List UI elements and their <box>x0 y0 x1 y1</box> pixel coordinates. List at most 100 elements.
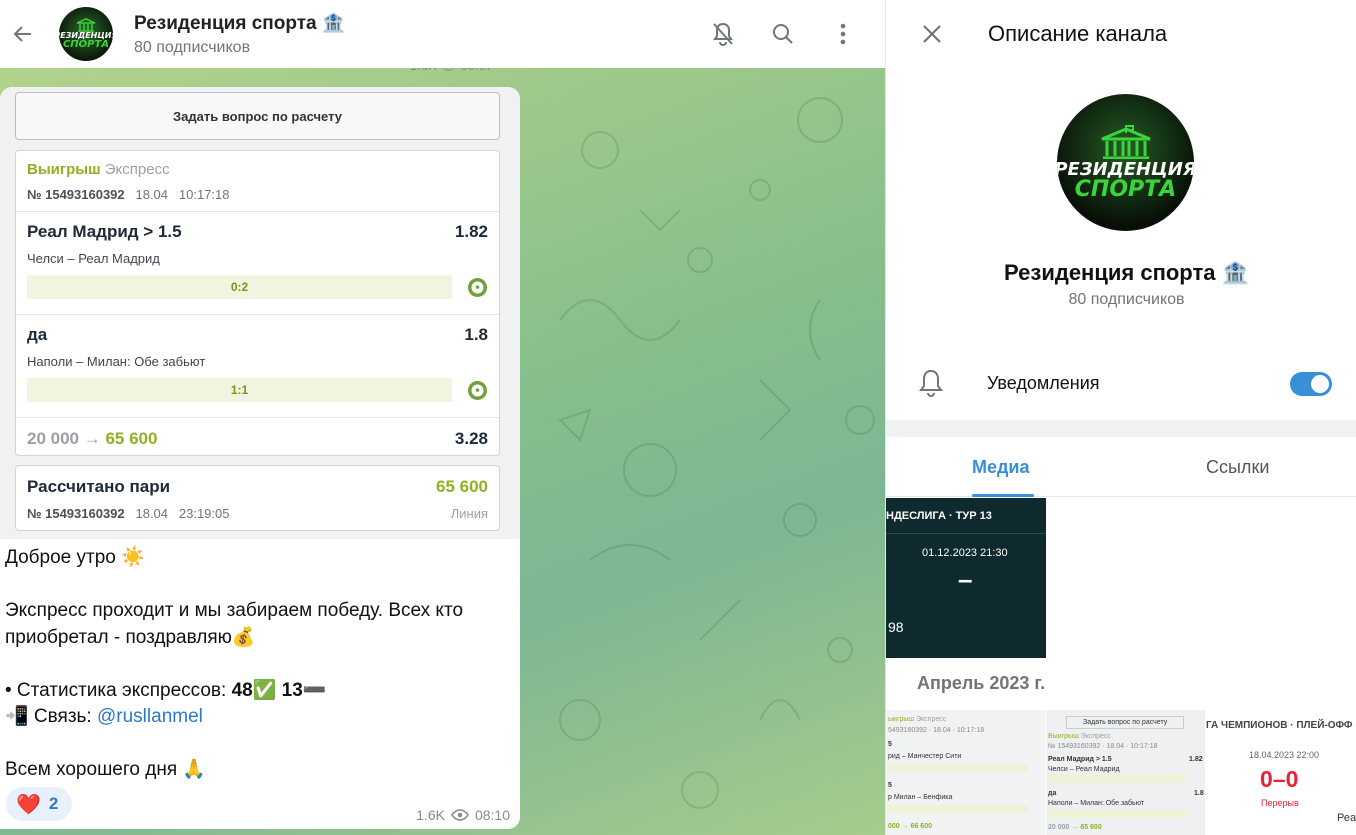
panel-title: Описание канала <box>988 21 1168 46</box>
leg-match: Наполи – Милан: Обе забьют <box>27 354 206 369</box>
media-thumbnail[interactable]: ыигрыш Экспресс 5493160392 · 18.04 · 10:… <box>886 710 1045 835</box>
settled-line: Линия <box>450 506 488 521</box>
leg-title: Реал Мадрид > 1.5 <box>27 222 182 241</box>
bet-time: 10:17:18 <box>178 187 230 202</box>
leg-odds: 1.82 <box>454 222 488 241</box>
building-icon <box>76 18 96 32</box>
telegram-window: РЕЗИДЕНЦИЯ СПОРТА Резиденция спорта 🏦 80… <box>0 0 1356 835</box>
media-tabs: Медиа Ссылки <box>886 437 1356 497</box>
contact-link[interactable]: @rusllanmel <box>97 706 203 727</box>
channel-avatar[interactable]: РЕЗИДЕНЦИЯ СПОРТА <box>59 7 113 61</box>
thumb-text: 20 000 → 65 600 <box>1048 824 1102 831</box>
thumb-text: 5493160392 · 18.04 · 10:17:18 <box>888 727 985 734</box>
message-line: Доброе утро ☀️ <box>5 547 145 568</box>
channel-title: Резиденция спорта 🏦 <box>134 13 346 34</box>
close-icon <box>923 25 941 43</box>
views-count: 1.6K <box>416 807 445 823</box>
thumb-datetime: 01.12.2023 21:30 <box>922 547 1008 559</box>
notifications-label: Уведомления <box>987 373 1100 393</box>
bell-icon <box>919 369 943 397</box>
thumb-status: Перерыв <box>1261 798 1299 808</box>
message-text: Доброе утро ☀️ Экспресс проходит и мы за… <box>5 545 513 784</box>
stats-prefix: • Статистика экспрессов: <box>5 679 232 701</box>
chat-area[interactable]: РЕЗИДЕНЦИЯ СПОРТА Резиденция спорта 🏦 80… <box>0 0 885 835</box>
settled-date: 18.04 <box>135 506 169 521</box>
mute-button[interactable] <box>705 16 741 52</box>
thumb-league: ГА ЧЕМПИОНОВ · ПЛЕЙ-ОФФ · 1/4 <box>1206 720 1356 731</box>
avatar-text-line2: СПОРТА <box>1074 176 1177 202</box>
heart-icon: ❤️ <box>16 793 41 816</box>
football-icon <box>468 278 487 297</box>
thumb-text: Наполи – Милан: Обе забьют <box>1048 800 1145 807</box>
media-thumbnail[interactable]: НДЕСЛИГА · ТУР 13 01.12.2023 21:30 – 98 <box>886 498 1046 658</box>
message-line: Экспресс проходит и мы забираем победу. … <box>5 600 464 621</box>
thumb-text: 1.82 <box>1189 756 1203 763</box>
avatar-text-line2: СПОРТА <box>62 39 110 50</box>
avatar-text-line1: РЕЗИДЕНЦИЯ <box>1057 158 1194 180</box>
bet-id: № 15493160392 <box>27 187 125 202</box>
thumb-team: Реа <box>1337 812 1356 824</box>
channel-info-panel: Описание канала РЕЗИДЕНЦИЯ СПОРТА Резиде… <box>885 0 1356 835</box>
search-button[interactable] <box>765 16 801 52</box>
stats-line: • Статистика экспрессов: 48✅ 13➖ <box>5 678 513 705</box>
bet-leg: да 1.8 Наполи – Милан: Обе забьют 1:1 <box>16 315 499 417</box>
payout: 65 600 <box>105 429 158 448</box>
tab-media[interactable]: Медиа <box>972 457 1030 478</box>
thumb-text: № 15493160392 · 18.04 · 10:17:18 <box>1048 743 1158 750</box>
reaction-heart[interactable]: ❤️ 2 <box>6 787 72 821</box>
leg-score: 1:1 <box>27 378 452 402</box>
thumb-text: Реал Мадрид > 1.5 <box>1048 756 1112 763</box>
leg-score: 0:2 <box>27 275 452 299</box>
thumb-text: ыигрыш Экспресс <box>888 716 947 723</box>
divider <box>886 533 1046 534</box>
notifications-toggle[interactable] <box>1290 372 1332 396</box>
search-icon <box>773 24 793 44</box>
notifications-row[interactable]: Уведомления <box>886 356 1356 412</box>
bet-header: Выигрыш Экспресс № 15493160392 18.04 10:… <box>16 151 499 202</box>
message-meta: 1.6K 08:10 <box>416 807 510 823</box>
channel-info[interactable]: Резиденция спорта 🏦 80 подписчиков <box>134 11 705 57</box>
settled-time: 23:19:05 <box>178 506 230 521</box>
thumb-number: 98 <box>888 619 904 635</box>
settled-title: Рассчитано пари <box>27 477 171 496</box>
stats-value: 48✅ 13➖ <box>231 679 327 701</box>
message-bubble[interactable]: Задать вопрос по расчету Выигрыш Экспрес… <box>0 87 520 829</box>
thumb-text: 5 <box>888 782 892 789</box>
bet-leg: Реал Мадрид > 1.5 1.82 Челси – Реал Мадр… <box>16 212 499 314</box>
total-odds: 3.28 <box>454 429 488 448</box>
media-thumbnail[interactable]: Задать вопрос по расчету Выигрыш Экспрес… <box>1046 710 1205 835</box>
express-label: Экспресс <box>104 161 170 178</box>
message-time: 08:10 <box>474 807 510 823</box>
contact-line: 📲 Связь: @rusllanmel <box>5 704 513 731</box>
building-icon <box>1100 124 1151 159</box>
settled-card: Рассчитано пари 65 600 № 15493160392 18.… <box>15 465 500 531</box>
media-thumbnail[interactable]: ГА ЧЕМПИОНОВ · ПЛЕЙ-ОФФ · 1/4 18.04.2023… <box>1206 710 1356 835</box>
bet-date: 18.04 <box>135 187 169 202</box>
thumb-text: р Милан – Бенфика <box>888 794 953 801</box>
stake: 20 000 <box>27 429 79 448</box>
thumb-text: 1.8 <box>1194 790 1204 797</box>
thumb-text: Выигрыш Экспресс <box>1048 733 1111 740</box>
message-line: Всем хорошего дня 🙏 <box>5 759 207 780</box>
bet-total: 20 000 → 65 600 3.28 <box>16 418 499 458</box>
leg-match: Челси – Реал Мадрид <box>27 251 160 266</box>
contact-prefix: 📲 Связь: <box>5 706 97 727</box>
thumb-score: 0–0 <box>1260 766 1299 792</box>
thumb-text: Челси – Реал Мадрид <box>1048 766 1120 773</box>
football-icon <box>468 381 487 400</box>
thumb-bar <box>888 805 1028 813</box>
panel-subscribers: 80 подписчиков <box>1068 291 1185 308</box>
eye-icon <box>451 809 469 821</box>
thumb-bar <box>1048 810 1188 818</box>
back-button[interactable] <box>0 11 46 57</box>
bet-type: Выигрыш Экспресс <box>27 161 488 178</box>
tab-links[interactable]: Ссылки <box>1206 457 1269 478</box>
bell-off-icon <box>713 22 733 46</box>
section-divider <box>886 420 1356 437</box>
close-button[interactable] <box>914 16 950 52</box>
more-button[interactable] <box>825 16 861 52</box>
panel-avatar[interactable]: РЕЗИДЕНЦИЯ СПОРТА <box>1057 94 1194 231</box>
bet-screenshot[interactable]: Задать вопрос по расчету Выигрыш Экспрес… <box>0 87 520 539</box>
more-vertical-icon <box>840 23 846 45</box>
month-header: Апрель 2023 г. <box>917 673 1046 693</box>
